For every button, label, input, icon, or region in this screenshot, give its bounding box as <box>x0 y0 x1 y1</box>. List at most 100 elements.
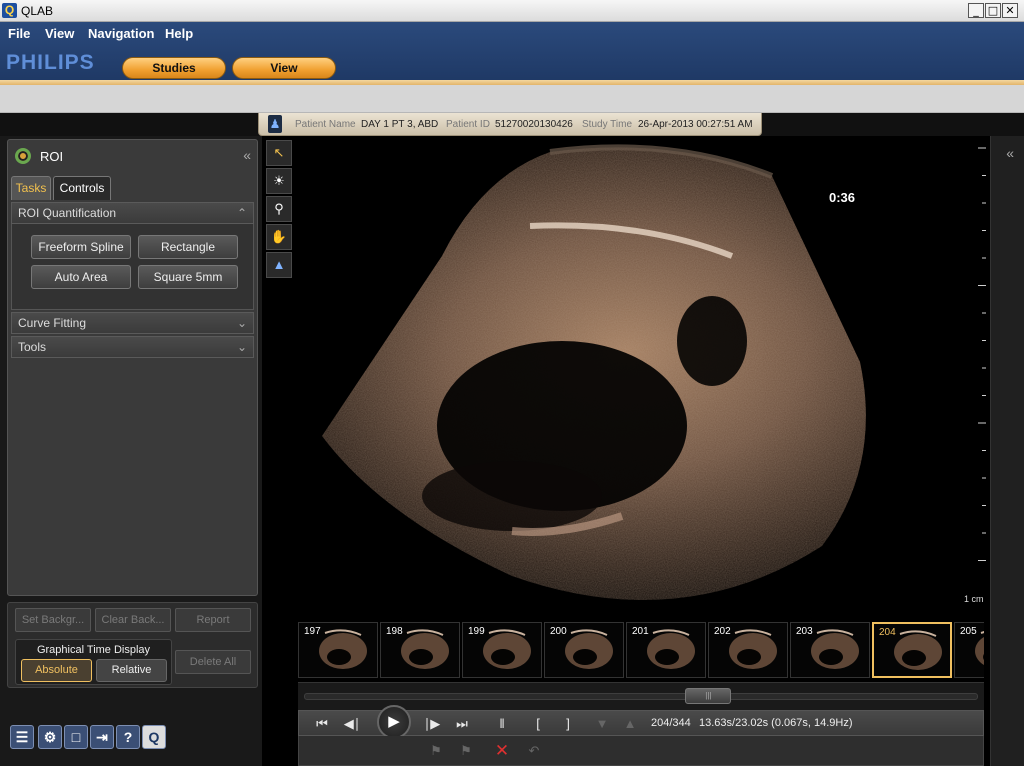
thumbnail-frame-number: 198 <box>386 626 403 637</box>
report-button[interactable]: Report <box>175 608 251 632</box>
thumbnail-frame[interactable]: 204 <box>872 622 952 678</box>
philips-logo: PHILIPS <box>6 51 95 74</box>
square-5mm-button[interactable]: Square 5mm <box>138 265 238 289</box>
playback-bar: ⏮ ◀∣ ▶ ∣▶ ⏭ ‖ [ ] ▼ ▲ 204/344 13.63s/23.… <box>298 705 984 739</box>
thumbnail-frame[interactable]: 200 <box>544 622 624 678</box>
mark-start-icon[interactable]: ⚑ <box>425 741 447 761</box>
patient-id-value: 51270020130426 <box>495 119 573 130</box>
set-background-button[interactable]: Set Backgr... <box>15 608 91 632</box>
section-roi-quantification[interactable]: ROI Quantification ⌃ <box>11 202 254 224</box>
section-curve-fitting[interactable]: Curve Fitting ⌄ <box>11 312 254 334</box>
thumbnail-frame-number: 197 <box>304 626 321 637</box>
set-end-icon[interactable]: ] <box>557 714 579 734</box>
study-time-label: Study Time <box>582 119 633 130</box>
qlab-window: Q QLAB _ □ ✕ File View Navigation Help P… <box>0 0 1024 766</box>
thumbnail-frame-number: 202 <box>714 626 731 637</box>
collapse-left-icon[interactable]: « <box>243 147 251 163</box>
section-label: ROI Quantification <box>18 206 117 220</box>
menu-help[interactable]: Help <box>165 26 193 41</box>
minimize-button[interactable]: _ <box>968 3 984 18</box>
thumbnail-frame[interactable]: 198 <box>380 622 460 678</box>
section-tools[interactable]: Tools ⌄ <box>11 336 254 358</box>
save-icon[interactable]: □ <box>64 725 88 749</box>
export-icon[interactable]: ⇥ <box>90 725 114 749</box>
graphical-time-display: Graphical Time Display Absolute Relative <box>15 639 172 685</box>
patient-icon[interactable]: ♟ <box>268 115 282 133</box>
menu-navigation[interactable]: Navigation <box>88 26 154 41</box>
loop-region-icon[interactable]: ‖ <box>491 714 513 734</box>
thumbnail-frame-number: 204 <box>879 627 896 638</box>
subtab-controls[interactable]: Controls <box>53 176 111 200</box>
app-header: File View Navigation Help PHILIPS Studie… <box>0 22 1024 84</box>
qlab-icon[interactable]: Q <box>142 725 166 749</box>
window-titlebar: Q QLAB _ □ ✕ <box>0 0 1024 22</box>
auto-area-button[interactable]: Auto Area <box>31 265 131 289</box>
film-strip-icon[interactable]: ☰ <box>10 725 34 749</box>
thumbnail-frame[interactable]: 199 <box>462 622 542 678</box>
chevron-down-icon: ⌄ <box>236 340 247 354</box>
patient-id-label: Patient ID <box>446 119 490 130</box>
next-frame-icon[interactable]: ∣▶ <box>421 714 443 734</box>
thumbnail-frame[interactable]: 197 <box>298 622 378 678</box>
graphical-time-display-title: Graphical Time Display <box>36 644 151 656</box>
first-frame-icon[interactable]: ⏮ <box>311 714 333 734</box>
time-readout: 13.63s/23.02s (0.067s, 14.9Hz) <box>699 717 853 729</box>
pan-icon[interactable]: ✋ <box>266 224 292 250</box>
image-viewer[interactable]: ↖ ☀ ⚲ ✋ ▲ 0:36 1 cm 197 198 199 200 201 202 20… <box>262 136 990 766</box>
expand-right-icon[interactable]: « <box>1006 145 1014 161</box>
window-level-icon[interactable]: ☀ <box>266 168 292 194</box>
freeform-spline-button[interactable]: Freeform Spline <box>31 235 131 259</box>
scrub-handle[interactable]: ||| <box>685 688 732 704</box>
last-frame-icon[interactable]: ⏭ <box>451 714 473 734</box>
play-button[interactable]: ▶ <box>377 705 411 739</box>
set-start-icon[interactable]: [ <box>527 714 549 734</box>
thumbnail-frame[interactable]: 203 <box>790 622 870 678</box>
close-button[interactable]: ✕ <box>1002 3 1018 18</box>
tab-studies[interactable]: Studies <box>122 57 226 79</box>
previous-frame-icon[interactable]: ◀∣ <box>341 714 363 734</box>
flip-icon[interactable]: ▲ <box>266 252 292 278</box>
menu-file[interactable]: File <box>8 26 30 41</box>
scrub-track[interactable] <box>304 693 978 700</box>
toolbar-strip <box>0 85 1024 113</box>
acquisition-clock: 0:36 <box>829 190 856 205</box>
roi-actions: Set Backgr... Clear Back... Report Graph… <box>7 602 258 688</box>
menu-view[interactable]: View <box>45 26 74 41</box>
chevron-down-icon: ⌄ <box>236 316 247 330</box>
clear-background-button[interactable]: Clear Back... <box>95 608 171 632</box>
mark-end-icon[interactable]: ⚑ <box>455 741 477 761</box>
relative-button[interactable]: Relative <box>96 659 167 682</box>
roi-panel-body: ROI « Tasks Controls ROI Quantification … <box>7 139 258 596</box>
absolute-button[interactable]: Absolute <box>21 659 92 682</box>
undo-icon[interactable]: ↶ <box>523 741 545 761</box>
patient-name-value: DAY 1 PT 3, ABD <box>361 119 439 130</box>
roi-icon <box>15 148 31 164</box>
chevron-up-icon: ⌃ <box>236 206 247 220</box>
thumbnail-frame-number: 201 <box>632 626 649 637</box>
help-icon[interactable]: ? <box>116 725 140 749</box>
thumbnail-frame[interactable]: 202 <box>708 622 788 678</box>
zoom-icon[interactable]: ⚲ <box>266 196 292 222</box>
patient-name-label: Patient Name <box>295 119 356 130</box>
pointer-icon[interactable]: ↖ <box>266 140 292 166</box>
roi-panel: ROI « Tasks Controls ROI Quantification … <box>0 136 262 766</box>
roi-quantification-body: Freeform Spline Rectangle Auto Area Squa… <box>11 224 254 310</box>
frame-down-icon[interactable]: ▼ <box>591 714 613 734</box>
gears-icon[interactable]: ⚙ <box>38 725 62 749</box>
thumbnail-frame[interactable]: 205 <box>954 622 984 678</box>
thumbnail-frame-number: 203 <box>796 626 813 637</box>
scale-label: 1 cm <box>964 594 984 604</box>
delete-icon[interactable]: ✕ <box>491 741 513 761</box>
thumbnail-frame-number: 205 <box>960 626 977 637</box>
maximize-button[interactable]: □ <box>985 3 1001 18</box>
tab-view[interactable]: View <box>232 57 336 79</box>
frame-up-icon[interactable]: ▲ <box>619 714 641 734</box>
ultrasound-image[interactable] <box>262 136 990 616</box>
thumbnail-frame[interactable]: 201 <box>626 622 706 678</box>
delete-all-button[interactable]: Delete All <box>175 650 251 674</box>
rectangle-button[interactable]: Rectangle <box>138 235 238 259</box>
right-panel-collapsed: « <box>990 136 1024 766</box>
patient-info-bar: ♟ Patient Name DAY 1 PT 3, ABD Patient I… <box>258 113 762 136</box>
frame-counter: 204/344 <box>651 717 691 729</box>
subtab-tasks[interactable]: Tasks <box>11 176 51 200</box>
